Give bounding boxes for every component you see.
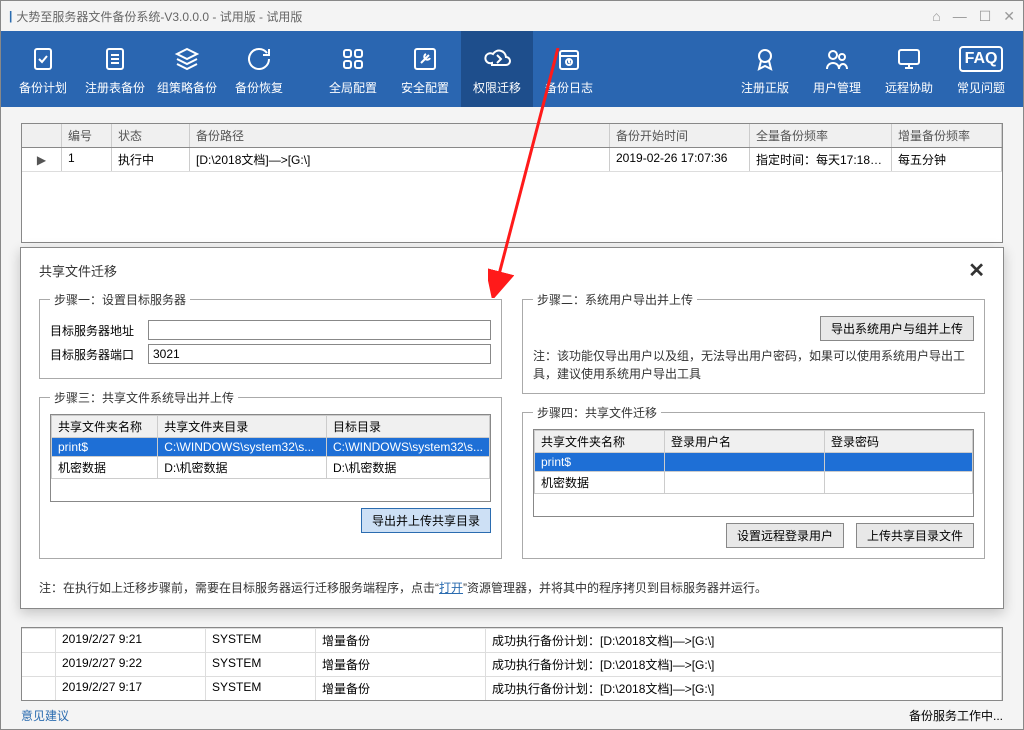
export-share-button[interactable]: 导出并上传共享目录 <box>361 508 491 533</box>
export-user-button[interactable]: 导出系统用户与组并上传 <box>820 316 974 341</box>
toolbar-perm-migrate[interactable]: 权限迁移 <box>461 31 533 107</box>
step3-fieldset: 步骤三：共享文件系统导出并上传 共享文件夹名称共享文件夹目录目标目录print$… <box>39 389 502 559</box>
toolbar-label: 备份计划 <box>19 79 67 96</box>
calendar-icon <box>553 43 585 75</box>
table-row[interactable]: 机密数据 <box>535 472 973 494</box>
dialog-title: 共享文件迁移 <box>39 261 117 280</box>
toolbar-backup-restore[interactable]: 备份恢复 <box>223 31 295 107</box>
toolbar-user-manage[interactable]: 用户管理 <box>801 31 873 107</box>
step4-table[interactable]: 共享文件夹名称登录用户名登录密码print$机密数据 <box>534 430 973 494</box>
monitor-icon <box>893 43 925 75</box>
open-explorer-link[interactable]: 打开 <box>439 581 463 595</box>
step4-legend: 步骤四：共享文件迁移 <box>533 404 661 421</box>
toolbar-label: 注册正版 <box>741 79 789 96</box>
step1-legend: 步骤一：设置目标服务器 <box>50 291 190 308</box>
toolbar-backup-plan[interactable]: 备份计划 <box>7 31 79 107</box>
toolbar: 备份计划 注册表备份组策略备份 备份恢复 全局配置 安全配置 权限迁移 备份日志 注册正版… <box>1 31 1023 107</box>
step2-legend: 步骤二：系统用户导出并上传 <box>533 291 697 308</box>
toolbar-label: 备份日志 <box>545 79 593 96</box>
addr-label: 目标服务器地址 <box>50 322 142 339</box>
grid-header-marker <box>22 124 62 147</box>
step2-note: 注：该功能仅导出用户以及组，无法导出用户密码，如果可以使用系统用户导出工具，建议… <box>533 347 974 383</box>
doc-lines-icon <box>99 43 131 75</box>
grid-header-start: 备份开始时间 <box>610 124 750 147</box>
upload-share-button[interactable]: 上传共享目录文件 <box>856 523 974 548</box>
set-remote-user-button[interactable]: 设置远程登录用户 <box>726 523 844 548</box>
toolbar-global-config[interactable]: 全局配置 <box>317 31 389 107</box>
home-icon[interactable]: ⌂ <box>932 8 940 25</box>
grid-header-no: 编号 <box>62 124 112 147</box>
maximize-icon[interactable]: ☐ <box>979 8 992 25</box>
feedback-link[interactable]: 意见建议 <box>21 707 69 724</box>
log-row[interactable]: 2019/2/27 9:22SYSTEM增量备份成功执行备份计划：[D:\201… <box>22 652 1002 676</box>
toolbar-label: 远程协助 <box>885 79 933 96</box>
layers-icon <box>171 43 203 75</box>
port-label: 目标服务器端口 <box>50 346 142 363</box>
toolbar-faq[interactable]: FAQ 常见问题 <box>945 31 1017 107</box>
grid-header-status: 状态 <box>112 124 190 147</box>
toolbar-label: 组策略备份 <box>157 79 217 96</box>
log-grid: 2019/2/27 9:21SYSTEM增量备份成功执行备份计划：[D:\201… <box>21 627 1003 701</box>
step4-fieldset: 步骤四：共享文件迁移 共享文件夹名称登录用户名登录密码print$机密数据 设置… <box>522 404 985 559</box>
dialog-close-icon[interactable]: ✕ <box>968 258 985 283</box>
wrench-icon <box>409 43 441 75</box>
badge-icon <box>749 43 781 75</box>
row-marker: ▶ <box>22 148 62 171</box>
step1-fieldset: 步骤一：设置目标服务器 目标服务器地址 目标服务器端口 <box>39 291 502 379</box>
grid4-icon <box>337 43 369 75</box>
close-icon[interactable]: ✕ <box>1003 8 1015 25</box>
minimize-icon[interactable]: — <box>953 8 967 25</box>
toolbar-remote-assist[interactable]: 远程协助 <box>873 31 945 107</box>
toolbar-label: 安全配置 <box>401 79 449 96</box>
toolbar-label: 权限迁移 <box>473 79 521 96</box>
log-row[interactable]: 2019/2/27 9:17SYSTEM增量备份成功执行备份计划：[D:\201… <box>22 676 1002 700</box>
doc-check-icon <box>27 43 59 75</box>
cloud-arrow-icon <box>481 43 513 75</box>
addr-input[interactable] <box>148 320 491 340</box>
grid-header-path: 备份路径 <box>190 124 610 147</box>
toolbar-label: 常见问题 <box>957 79 1005 96</box>
toolbar-security-config[interactable]: 安全配置 <box>389 31 461 107</box>
toolbar-label: 注册表备份 <box>85 79 145 96</box>
window-title: 大势至服务器文件备份系统-V3.0.0.0 - 试用版 - 试用版 <box>16 8 302 25</box>
grid-header-full: 全量备份频率 <box>750 124 892 147</box>
grid-row[interactable]: ▶ 1 执行中 [D:\2018文档]—>[G:\] 2019-02-26 17… <box>22 148 1002 172</box>
dialog-bottom-note: 注：在执行如上迁移步骤前，需要在目标服务器运行迁移服务端程序，点击“打开”资源管… <box>39 579 985 598</box>
titlebar: | 大势至服务器文件备份系统-V3.0.0.0 - 试用版 - 试用版 ⌂ — … <box>1 1 1023 31</box>
toolbar-registry-backup[interactable]: 注册表备份 <box>79 31 151 107</box>
faq-icon: FAQ <box>965 43 997 75</box>
toolbar-register[interactable]: 注册正版 <box>729 31 801 107</box>
port-input[interactable] <box>148 344 491 364</box>
log-row[interactable]: 2019/2/27 9:21SYSTEM增量备份成功执行备份计划：[D:\201… <box>22 628 1002 652</box>
toolbar-label: 用户管理 <box>813 79 861 96</box>
step3-legend: 步骤三：共享文件系统导出并上传 <box>50 389 238 406</box>
footer: 意见建议 备份服务工作中... <box>1 701 1023 729</box>
step2-fieldset: 步骤二：系统用户导出并上传 导出系统用户与组并上传 注：该功能仅导出用户以及组，… <box>522 291 985 394</box>
toolbar-label: 全局配置 <box>329 79 377 96</box>
toolbar-backup-log[interactable]: 备份日志 <box>533 31 605 107</box>
step3-table[interactable]: 共享文件夹名称共享文件夹目录目标目录print$C:\WINDOWS\syste… <box>51 415 490 479</box>
toolbar-label: 备份恢复 <box>235 79 283 96</box>
table-row[interactable]: print$ <box>535 453 973 472</box>
job-grid: 编号 状态 备份路径 备份开始时间 全量备份频率 增量备份频率 ▶ 1 执行中 … <box>21 123 1003 243</box>
refresh-icon <box>243 43 275 75</box>
toolbar-policy-backup[interactable]: 组策略备份 <box>151 31 223 107</box>
status-text: 备份服务工作中... <box>909 707 1003 724</box>
table-row[interactable]: print$C:\WINDOWS\system32\s...C:\WINDOWS… <box>52 438 490 457</box>
users-icon <box>821 43 853 75</box>
table-row[interactable]: 机密数据D:\机密数据D:\机密数据 <box>52 457 490 479</box>
grid-header-inc: 增量备份频率 <box>892 124 1002 147</box>
share-migration-dialog: 共享文件迁移 ✕ 步骤一：设置目标服务器 目标服务器地址 目标服务器端口 步骤三… <box>20 247 1004 609</box>
